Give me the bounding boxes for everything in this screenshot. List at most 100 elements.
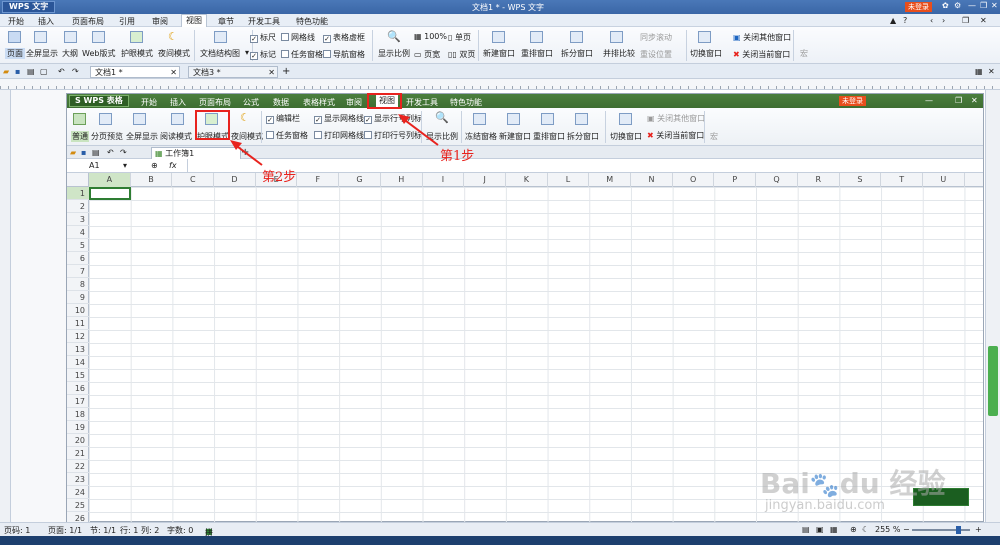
tab-close-icon[interactable]: ✕ bbox=[170, 67, 177, 78]
menu-view[interactable]: 视图 bbox=[181, 14, 207, 27]
undo-icon[interactable]: ↶ bbox=[58, 67, 65, 76]
column-header[interactable]: I bbox=[423, 173, 465, 187]
column-header[interactable]: G bbox=[339, 173, 381, 187]
sheet-zoom-button[interactable]: 显示比例 bbox=[426, 131, 458, 142]
scroll-thumb[interactable] bbox=[988, 346, 998, 416]
row-header[interactable]: 5 bbox=[67, 239, 89, 252]
tab-doc1[interactable]: 文档1 * ✕ bbox=[90, 66, 180, 78]
menu-layout[interactable]: 页面布局 bbox=[72, 16, 104, 27]
tab-close-all-icon[interactable]: ✕ bbox=[988, 67, 995, 76]
macro-button[interactable]: 宏 bbox=[800, 48, 808, 59]
page-view-button[interactable]: 页面 bbox=[5, 48, 25, 59]
sheet-new-tab-icon[interactable]: + bbox=[241, 147, 249, 158]
column-header[interactable]: C bbox=[172, 173, 215, 187]
sheet-menu-insert[interactable]: 插入 bbox=[170, 97, 186, 108]
column-header[interactable]: Q bbox=[756, 173, 798, 187]
double-page-button[interactable]: ▯▯ 双页 bbox=[448, 49, 475, 60]
restore-icon[interactable]: ❐ bbox=[980, 1, 987, 10]
column-header[interactable]: B bbox=[131, 173, 173, 187]
sheet-close-icon[interactable]: ✕ bbox=[971, 96, 978, 105]
print-icon[interactable]: ▤ bbox=[27, 67, 35, 76]
view-read-icon[interactable]: ▣ bbox=[816, 525, 824, 534]
doc-map-dropdown-icon[interactable]: ▾ bbox=[245, 48, 249, 57]
doc-map-button[interactable]: 文档结构图 bbox=[200, 48, 240, 59]
column-header[interactable]: K bbox=[506, 173, 548, 187]
row-header[interactable]: 19 bbox=[67, 421, 89, 434]
formula-input[interactable] bbox=[187, 159, 983, 172]
login-badge[interactable]: 未登录 bbox=[905, 2, 932, 12]
menu-help-icon[interactable]: ? bbox=[903, 16, 907, 25]
sheet-macro-button[interactable]: 宏 bbox=[710, 131, 718, 142]
menu-review[interactable]: 审阅 bbox=[152, 16, 168, 27]
column-header[interactable]: J bbox=[464, 173, 506, 187]
column-header[interactable]: R bbox=[798, 173, 840, 187]
row-header[interactable]: 8 bbox=[67, 278, 89, 291]
zoom-slider-thumb[interactable] bbox=[956, 526, 961, 534]
active-cell[interactable] bbox=[89, 187, 131, 200]
formula-bar-check[interactable]: ✓ 编辑栏 bbox=[266, 113, 300, 124]
column-header[interactable]: D bbox=[214, 173, 256, 187]
sheet-print-icon[interactable]: ▤ bbox=[92, 148, 100, 157]
row-header[interactable]: 22 bbox=[67, 460, 89, 473]
print-gridlines-check[interactable]: 打印网格线 bbox=[314, 130, 364, 141]
sheet-save-icon[interactable]: ▪ bbox=[81, 148, 86, 157]
sheet-night-button[interactable]: 夜间模式 bbox=[231, 131, 263, 142]
web-layout-button[interactable]: Web版式 bbox=[82, 48, 115, 59]
column-header[interactable]: M bbox=[589, 173, 632, 187]
name-box[interactable]: A1 bbox=[89, 161, 100, 170]
sync-scroll-button[interactable]: 同步滚动 bbox=[640, 32, 672, 43]
sheet-undo-icon[interactable]: ↶ bbox=[107, 148, 114, 157]
sheet-menu-table-style[interactable]: 表格样式 bbox=[303, 97, 335, 108]
view-web-icon[interactable]: ⊕ bbox=[850, 525, 857, 534]
single-page-button[interactable]: ▯ 单页 bbox=[448, 32, 471, 43]
menu-prev-icon[interactable]: ‹ bbox=[930, 16, 933, 25]
column-header[interactable]: F bbox=[298, 173, 340, 187]
switch-window-button[interactable]: 切换窗口 bbox=[690, 48, 722, 59]
view-night-icon[interactable]: ☾ bbox=[862, 525, 869, 534]
sheet-menu-special[interactable]: 特色功能 bbox=[450, 97, 482, 108]
nav-pane-check[interactable]: 导航窗格 bbox=[323, 49, 365, 60]
show-gridlines-check[interactable]: ✓ 显示网格线 bbox=[314, 113, 364, 124]
zoom-100-button[interactable]: ▦ 100% bbox=[414, 32, 447, 41]
row-header[interactable]: 20 bbox=[67, 434, 89, 447]
sheet-menu-data[interactable]: 数据 bbox=[273, 97, 289, 108]
sheet-switch-button[interactable]: 切换窗口 bbox=[610, 131, 642, 142]
row-header[interactable]: 21 bbox=[67, 447, 89, 460]
minimize-icon[interactable]: — bbox=[968, 1, 976, 10]
row-header[interactable]: 23 bbox=[67, 473, 89, 486]
wps-writer-menu-button[interactable]: WPS 文字 bbox=[2, 1, 56, 13]
zoom-button[interactable]: 显示比例 bbox=[378, 48, 410, 59]
row-header[interactable]: 14 bbox=[67, 356, 89, 369]
sheet-arrange-button[interactable]: 重排窗口 bbox=[533, 131, 565, 142]
ruler-check[interactable]: ✓ 标尺 bbox=[250, 32, 276, 43]
task-pane-check[interactable]: 任务窗格 bbox=[281, 49, 323, 60]
column-header[interactable]: O bbox=[673, 173, 715, 187]
menu-special[interactable]: 特色功能 bbox=[296, 16, 328, 27]
sheet-task-pane-check[interactable]: 任务窗格 bbox=[266, 130, 308, 141]
row-header[interactable]: 6 bbox=[67, 252, 89, 265]
column-header[interactable]: T bbox=[881, 173, 923, 187]
new-window-button[interactable]: 新建窗口 bbox=[483, 48, 515, 59]
freeze-panes-button[interactable]: 冻结窗格 bbox=[465, 131, 497, 142]
menu-collapse-icon[interactable]: ▲ bbox=[890, 16, 896, 25]
menu-devtools[interactable]: 开发工具 bbox=[248, 16, 280, 27]
row-header[interactable]: 12 bbox=[67, 330, 89, 343]
save-icon[interactable]: ▪ bbox=[15, 67, 20, 76]
side-by-side-button[interactable]: 并排比较 bbox=[603, 48, 635, 59]
row-header[interactable]: 25 bbox=[67, 499, 89, 512]
horizontal-ruler[interactable] bbox=[0, 79, 1000, 90]
eye-protection-button[interactable]: 护眼模式 bbox=[121, 48, 153, 59]
row-header[interactable]: 11 bbox=[67, 317, 89, 330]
zoom-out-icon[interactable]: − bbox=[903, 525, 910, 534]
row-header[interactable]: 1 bbox=[67, 187, 89, 200]
close-current-window-button[interactable]: ✖ 关闭当前窗口 bbox=[733, 49, 790, 60]
tab-menu-icon[interactable]: ▦ bbox=[975, 67, 983, 76]
close-other-windows-button[interactable]: ▣ 关闭其他窗口 bbox=[733, 32, 791, 43]
sheet-menu-formula[interactable]: 公式 bbox=[243, 97, 259, 108]
find-icon[interactable]: ⊕ bbox=[151, 161, 158, 170]
page-width-button[interactable]: ▭ 页宽 bbox=[414, 49, 440, 60]
sheet-menu-start[interactable]: 开始 bbox=[141, 97, 157, 108]
reset-position-button[interactable]: 重设位置 bbox=[640, 49, 672, 60]
row-header[interactable]: 7 bbox=[67, 265, 89, 278]
table-frame-check[interactable]: ✓ 表格虚框 bbox=[323, 32, 365, 43]
